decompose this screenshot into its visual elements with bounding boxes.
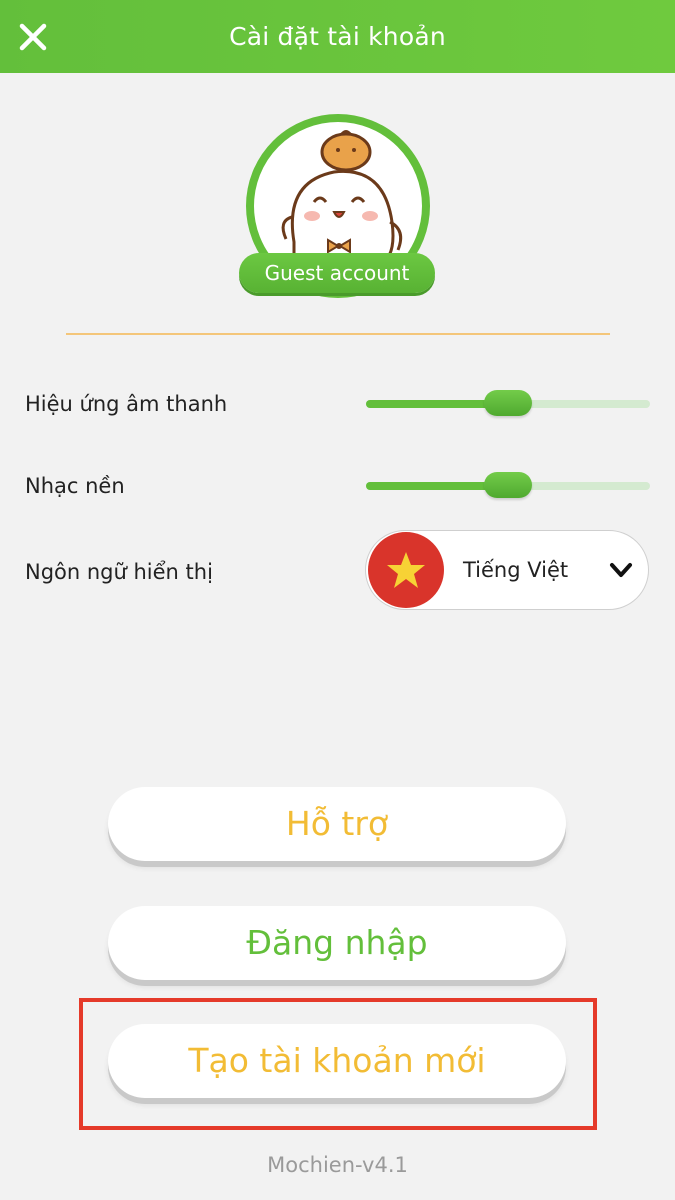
guest-account-badge: Guest account <box>239 253 435 293</box>
language-value: Tiếng Việt <box>463 558 569 582</box>
slider-fill <box>366 482 494 490</box>
slider-thumb[interactable] <box>484 472 532 498</box>
background-music-slider[interactable] <box>366 472 650 498</box>
language-dropdown[interactable]: Tiếng Việt <box>365 530 649 610</box>
vietnam-flag-icon <box>368 532 444 608</box>
slider-fill <box>366 400 494 408</box>
background-music-label: Nhạc nền <box>25 474 125 498</box>
login-button[interactable]: Đăng nhập <box>108 906 566 980</box>
language-label: Ngôn ngữ hiển thị <box>25 560 213 584</box>
create-account-button[interactable]: Tạo tài khoản mới <box>108 1024 566 1098</box>
support-button[interactable]: Hỗ trợ <box>108 787 566 861</box>
top-bar: Cài đặt tài khoản <box>0 0 675 73</box>
page-title: Cài đặt tài khoản <box>229 22 446 51</box>
slider-thumb[interactable] <box>484 390 532 416</box>
section-divider <box>66 333 610 335</box>
sound-effects-slider[interactable] <box>366 390 650 416</box>
app-version: Mochien-v4.1 <box>267 1153 408 1177</box>
chevron-down-icon <box>610 563 632 577</box>
sound-effects-label: Hiệu ứng âm thanh <box>25 392 228 416</box>
